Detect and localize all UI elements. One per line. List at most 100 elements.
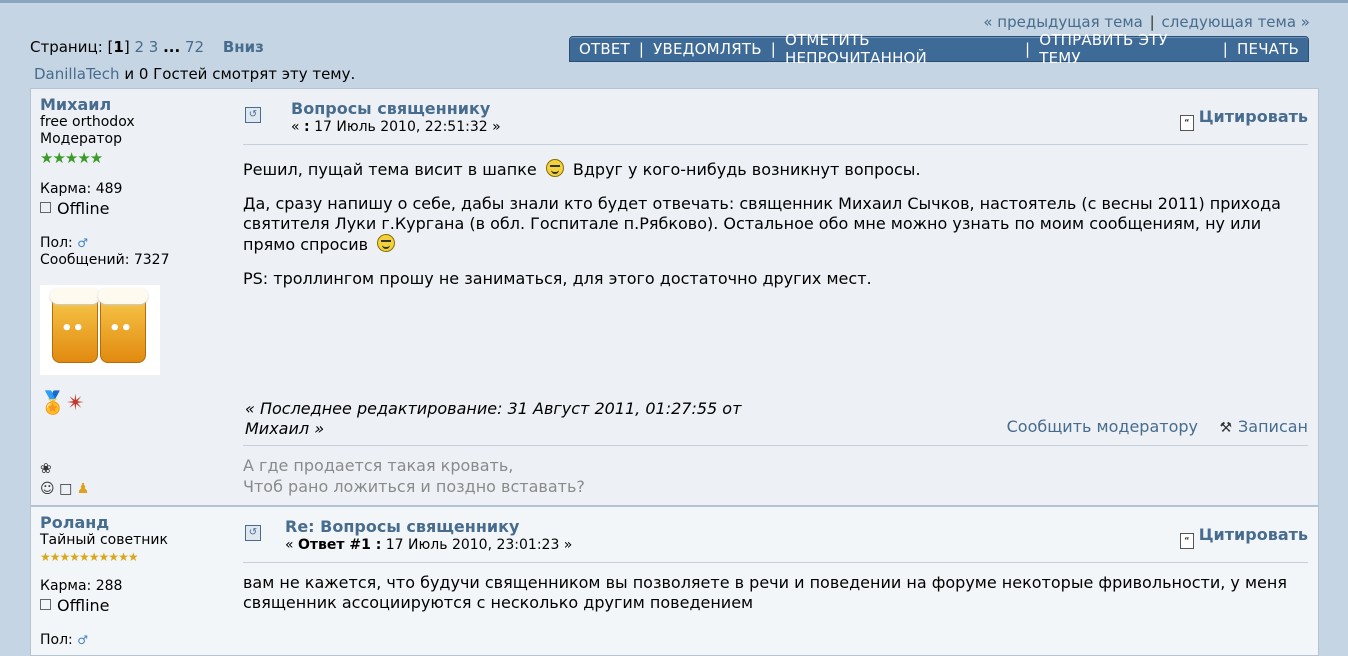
online-status-text: Offline xyxy=(57,596,110,615)
gender-line: Пол: ♂ xyxy=(40,632,230,649)
window-top-border xyxy=(0,0,1348,3)
post-header: Вопросы священнику « : 17 Июль 2010, 22:… xyxy=(291,99,501,135)
quote-icon: “ xyxy=(1179,533,1194,549)
divider xyxy=(243,144,1308,145)
logged-indicator: ⚒ Записан xyxy=(1219,417,1308,436)
online-status: Offline xyxy=(40,199,230,218)
author-name-link[interactable]: Роланд xyxy=(40,513,230,532)
notify-button[interactable]: УВЕДОМЛЯТЬ xyxy=(644,40,771,58)
ip-icon: ⚒ xyxy=(1219,420,1233,436)
report-to-moderator-link[interactable]: Сообщить модератору xyxy=(1007,417,1198,436)
flower-icon: ❀ xyxy=(40,461,52,477)
post-subject-link[interactable]: Вопросы священнику xyxy=(291,99,501,118)
posts-count: Сообщений: 7327 xyxy=(40,252,170,268)
gender-label: Пол: xyxy=(40,632,73,648)
body-text: Вдруг у кого-нибудь возникнут вопросы. xyxy=(572,160,921,179)
post-date: « : 17 Июль 2010, 22:51:32 » xyxy=(291,119,501,135)
post-subject-link[interactable]: Re: Вопросы священнику xyxy=(285,517,572,536)
post: Роланд Тайный советник ★★★★★★★★★★ Карма:… xyxy=(30,506,1319,656)
next-topic-link[interactable]: следующая тема » xyxy=(1162,13,1310,31)
post-content: ↺ Re: Вопросы священнику « Ответ #1 : 17… xyxy=(243,507,1308,655)
page-last-link[interactable]: 72 xyxy=(185,38,204,56)
divider xyxy=(243,562,1308,563)
message-icon: ↺ xyxy=(245,107,261,123)
chess-icon[interactable]: ♟ xyxy=(77,481,90,497)
logged-label: Записан xyxy=(1238,417,1308,436)
current-page: 1 xyxy=(113,38,124,56)
quote-button[interactable]: “Цитировать xyxy=(1179,525,1308,549)
gender-line: Пол: ♂ xyxy=(40,235,230,252)
body-text: Решил, пущай тема висит в шапке xyxy=(243,160,537,179)
poster-info: Михаил free orthodox Модератор ★★★★★ Кар… xyxy=(40,95,230,269)
online-status-text: Offline xyxy=(57,199,110,218)
pages-ellipsis: ... xyxy=(163,38,181,56)
smiley-icon xyxy=(377,234,396,252)
go-down-link[interactable]: Вниз xyxy=(223,38,264,56)
date-prefix: « xyxy=(291,119,305,135)
date-bold: Ответ #1 : xyxy=(298,537,382,553)
body-text: Да, сразу напишу о себе, дабы знали кто … xyxy=(243,194,1281,254)
gender-label: Пол: xyxy=(40,235,73,251)
signature-line: Чтоб рано ложиться и поздно вставать? xyxy=(243,477,585,496)
author-name-link[interactable]: Михаил xyxy=(40,95,230,114)
custom-title: free orthodox xyxy=(40,114,135,130)
date-text: 17 Июль 2010, 23:01:23 » xyxy=(381,537,573,553)
topic-navigation: « предыдущая тема | следующая тема » xyxy=(983,13,1310,31)
send-topic-button[interactable]: ОТПРАВИТЬ ЭТУ ТЕМУ xyxy=(1030,31,1223,67)
order-icon: ✴ xyxy=(66,391,85,416)
prev-topic-link[interactable]: « предыдущая тема xyxy=(983,13,1143,31)
date-text: 17 Июль 2010, 22:51:32 » xyxy=(309,119,501,135)
topic-buttons-bar: ОТВЕТ | УВЕДОМЛЯТЬ | ОТМЕТИТЬ НЕПРОЧИТАН… xyxy=(569,31,1309,67)
pagination: Страниц: [1] 2 3 ... 72 Вниз xyxy=(30,38,264,56)
post-date: « Ответ #1 : 17 Июль 2010, 23:01:23 » xyxy=(285,537,572,553)
poster-info: Роланд Тайный советник ★★★★★★★★★★ Карма:… xyxy=(40,513,230,649)
last-edit-note: « Последнее редактирование: 31 Август 20… xyxy=(245,399,742,438)
rank-stars: ★★★★★ xyxy=(40,149,103,167)
date-prefix: « xyxy=(285,537,299,553)
viewers-line: DanillaTech и 0 Гостей смотрят эту тему. xyxy=(34,65,355,83)
reply-button[interactable]: ОТВЕТ xyxy=(570,40,639,58)
online-status: Offline xyxy=(40,596,230,615)
body-paragraph: Да, сразу напишу о себе, дабы знали кто … xyxy=(243,194,1308,255)
karma: Карма: 288 xyxy=(40,578,123,594)
pm-icon[interactable]: □ xyxy=(59,481,72,497)
beer-mug-image: •• xyxy=(50,288,100,363)
profile-icon[interactable]: ☺ xyxy=(40,481,55,497)
offline-icon xyxy=(40,202,51,213)
viewer-user-link[interactable]: DanillaTech xyxy=(34,65,120,83)
page-2-link[interactable]: 2 xyxy=(134,38,144,56)
post-header: Re: Вопросы священнику « Ответ #1 : 17 И… xyxy=(285,517,572,553)
body-paragraph: Решил, пущай тема висит в шапке Вдруг у … xyxy=(243,159,1308,180)
body-text: PS: троллингом прошу не заниматься, для … xyxy=(243,269,872,288)
male-icon: ♂ xyxy=(77,236,88,250)
mark-unread-button[interactable]: ОТМЕТИТЬ НЕПРОЧИТАННОЙ xyxy=(776,31,1025,67)
male-icon: ♂ xyxy=(77,633,88,647)
post-body: Решил, пущай тема висит в шапке Вдруг у … xyxy=(243,159,1308,303)
viewers-text: и 0 Гостей смотрят эту тему. xyxy=(119,65,356,83)
signature-line: А где продается такая кровать, xyxy=(243,456,514,475)
beer-mug-image: •• xyxy=(98,288,148,363)
page-3-link[interactable]: 3 xyxy=(149,38,159,56)
quote-label: Цитировать xyxy=(1198,107,1308,126)
signature: А где продается такая кровать, Чтоб рано… xyxy=(243,455,585,497)
quote-label: Цитировать xyxy=(1198,525,1308,544)
profile-icons: ❀ ☺ □ ♟ xyxy=(40,459,89,499)
karma: Карма: 489 xyxy=(40,181,123,197)
message-icon: ↺ xyxy=(245,525,261,541)
post-content: ↺ Вопросы священнику « : 17 Июль 2010, 2… xyxy=(243,89,1308,505)
member-group: Модератор xyxy=(40,131,123,147)
offline-icon xyxy=(40,599,51,610)
pages-label: Страниц: xyxy=(30,38,103,56)
member-group: Тайный советник xyxy=(40,532,168,548)
post-body: вам не кажется, что будучи священником в… xyxy=(243,573,1287,612)
medal-icon: 🏅 xyxy=(39,391,67,416)
quote-button[interactable]: “Цитировать xyxy=(1179,107,1308,131)
smiley-icon xyxy=(545,159,564,177)
divider xyxy=(243,445,1308,446)
quote-icon: “ xyxy=(1179,115,1194,131)
awards: 🏅✴ xyxy=(39,391,85,416)
rank-stars: ★★★★★★★★★★ xyxy=(40,550,139,564)
body-paragraph: PS: троллингом прошу не заниматься, для … xyxy=(243,269,1308,289)
avatar: •• •• xyxy=(40,285,160,375)
print-button[interactable]: ПЕЧАТЬ xyxy=(1228,40,1308,58)
